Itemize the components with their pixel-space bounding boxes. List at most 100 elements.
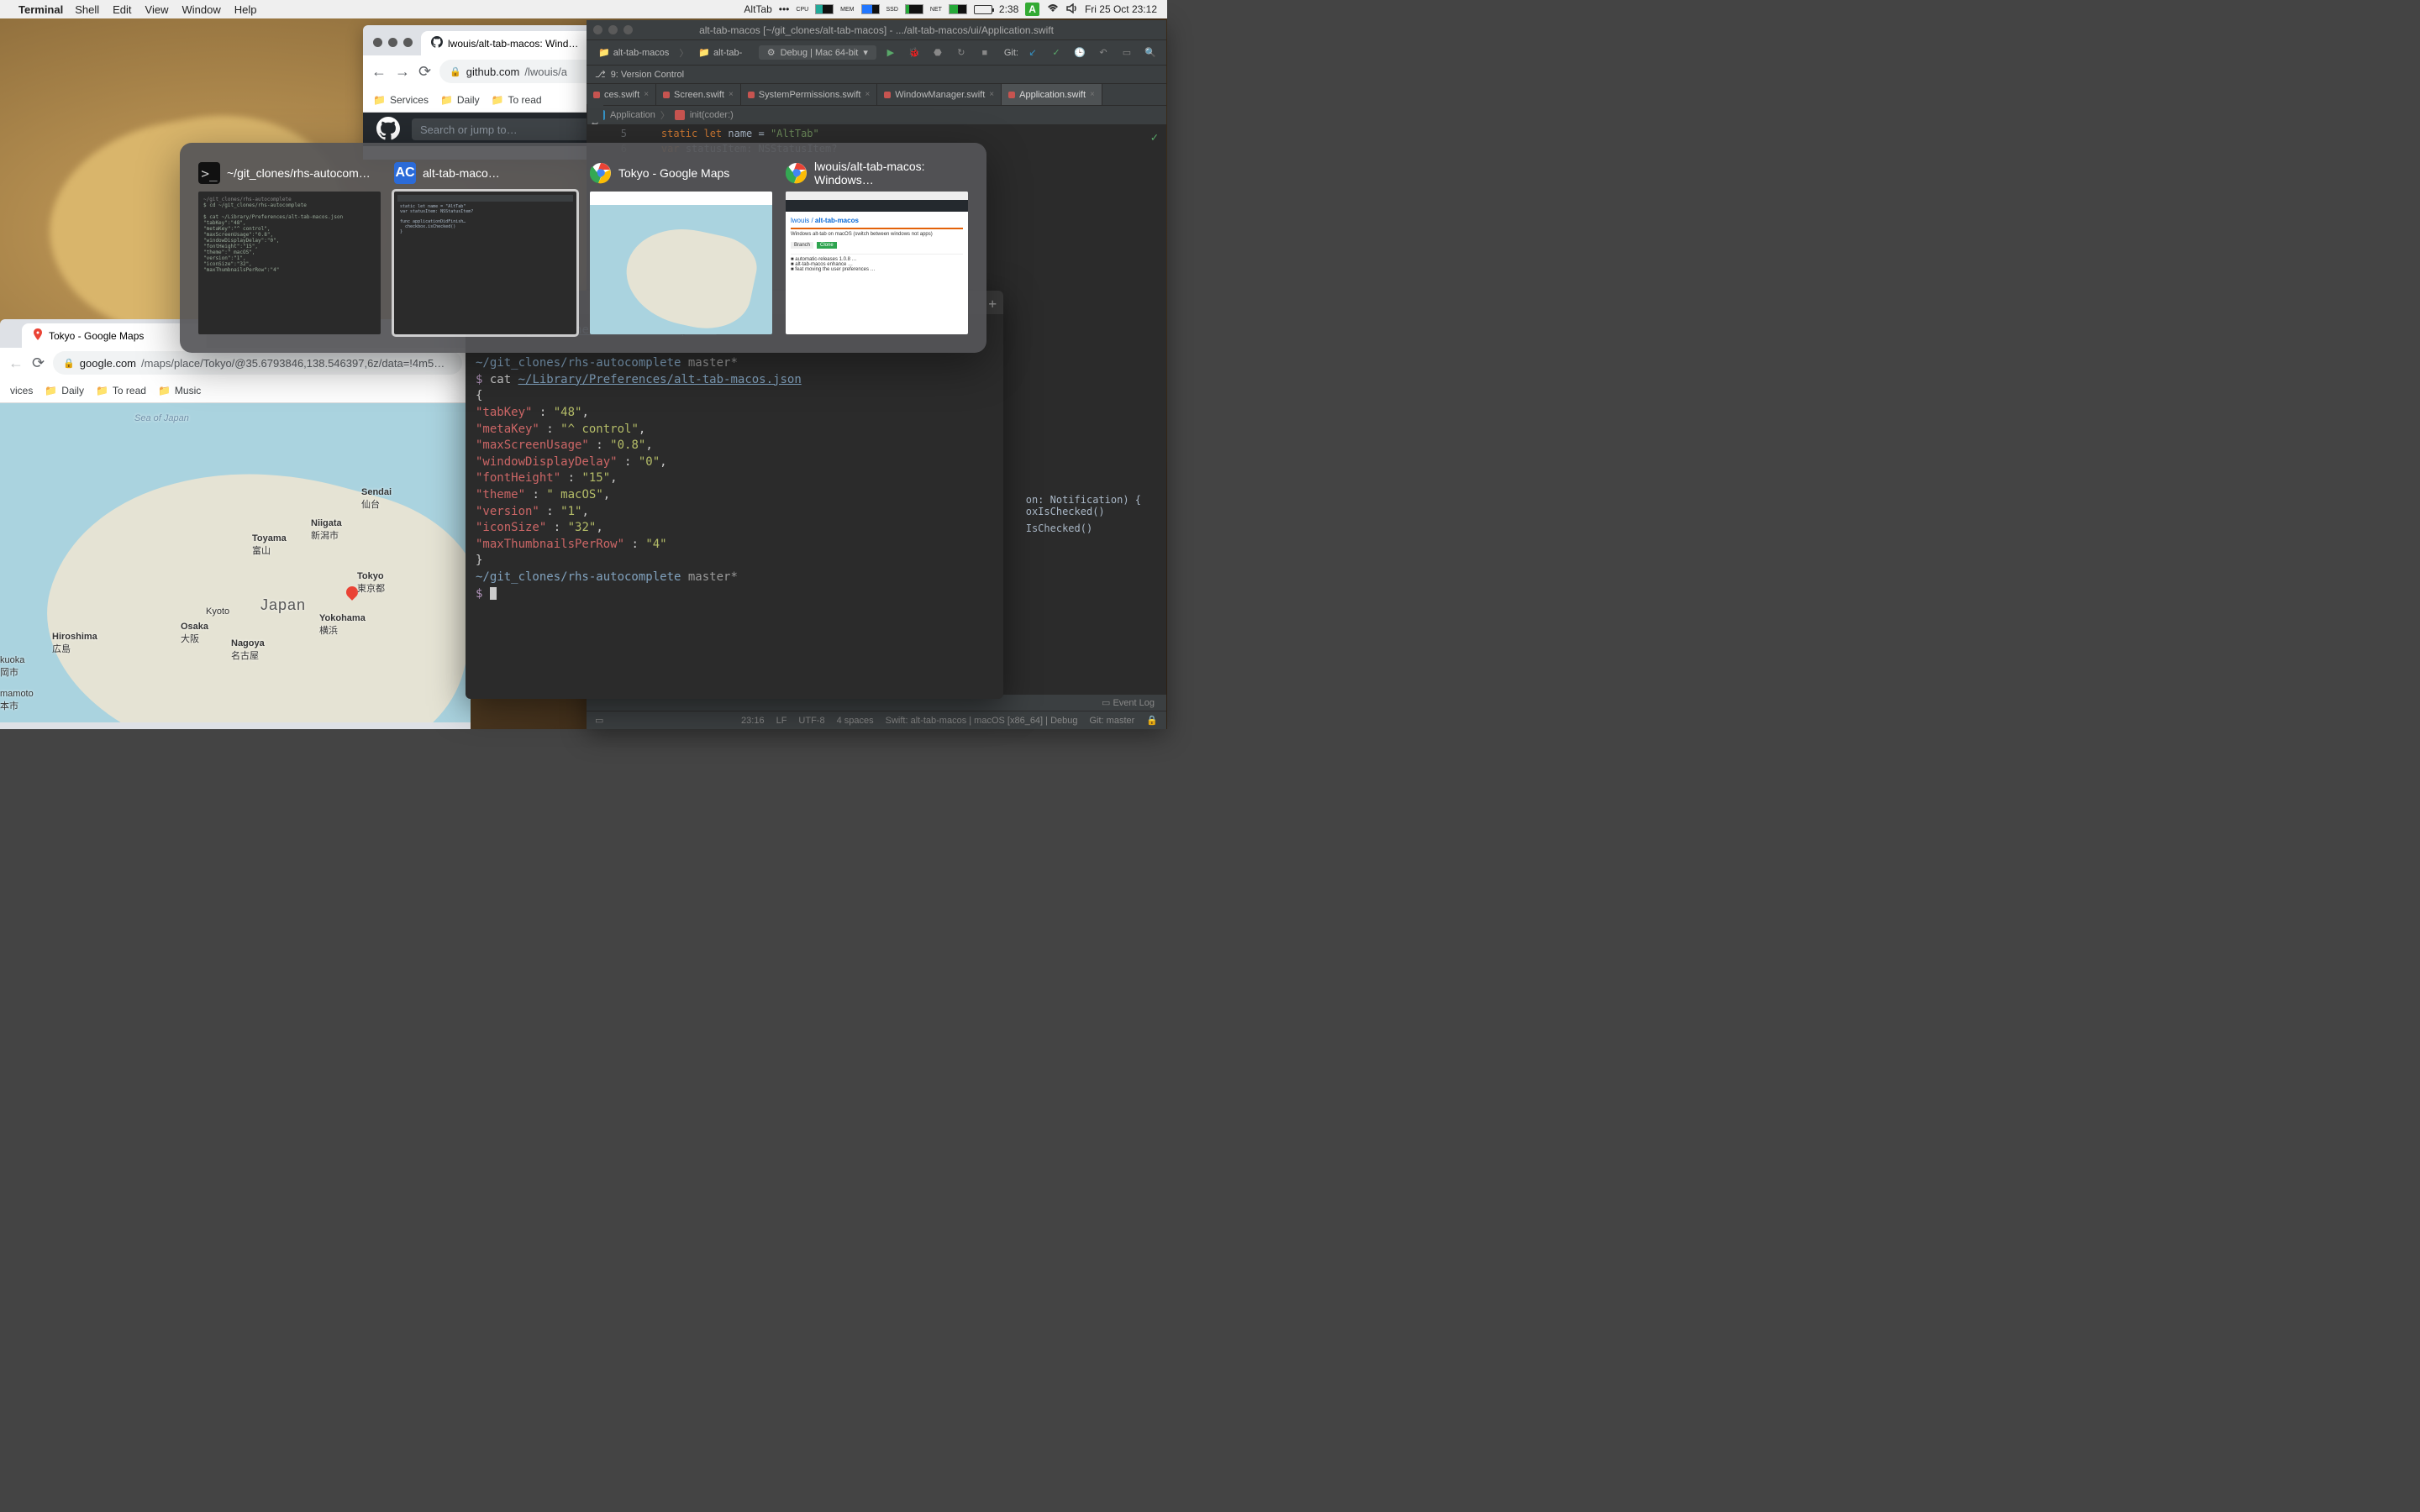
folder-icon: 📁	[698, 47, 710, 58]
hammer-icon: ⚙	[767, 47, 776, 58]
switcher-item-appcode[interactable]: AC alt-tab-maco… static let name = "AltT…	[394, 161, 576, 334]
input-source-icon[interactable]: A	[1025, 3, 1039, 16]
back-button[interactable]: ←	[371, 63, 387, 81]
close-icon[interactable]: ×	[865, 90, 870, 99]
tab-application[interactable]: Application.swift×	[1002, 84, 1102, 105]
breadcrumb-child[interactable]: 📁alt-tab-	[693, 45, 747, 60]
wifi-icon[interactable]	[1046, 3, 1060, 17]
run-context[interactable]: Swift: alt-tab-macos | macOS [x86_64] | …	[886, 716, 1078, 726]
encoding[interactable]: UTF-8	[798, 716, 824, 726]
terminal-cursor	[490, 587, 497, 600]
profile-button[interactable]: ↻	[952, 44, 971, 62]
chevron-down-icon: ▾	[863, 47, 868, 58]
run-button[interactable]: ▶	[881, 44, 900, 62]
menu-shell[interactable]: Shell	[75, 3, 99, 16]
back-button: ←	[8, 354, 24, 372]
bookmark-services[interactable]: 📁 Services	[373, 94, 429, 106]
git-revert-button[interactable]: ↶	[1094, 44, 1113, 62]
indent-setting[interactable]: 4 spaces	[837, 716, 874, 726]
clock-date[interactable]: Fri 25 Oct 23:12	[1085, 3, 1157, 15]
line-separator[interactable]: LF	[776, 716, 787, 726]
terminal-app-icon: >_	[198, 162, 220, 184]
event-log-button[interactable]: ▭ Event Log	[1102, 697, 1155, 708]
bookmark-daily[interactable]: 📁 Daily	[45, 385, 84, 396]
switcher-thumbnail: ~/git_clones/rhs-autocomplete $ cd ~/git…	[198, 192, 381, 334]
git-commit-button[interactable]: ✓	[1047, 44, 1065, 62]
tab-windowmanager[interactable]: WindowManager.swift×	[877, 84, 1002, 105]
bookmark-daily[interactable]: 📁 Daily	[440, 94, 480, 106]
volume-icon[interactable]	[1066, 3, 1078, 17]
tab-screen[interactable]: Screen.swift×	[656, 84, 741, 105]
switcher-item-terminal[interactable]: >_ ~/git_clones/rhs-autocom… ~/git_clone…	[198, 161, 381, 334]
forward-button[interactable]: →	[395, 63, 410, 81]
layout-button[interactable]: ▭	[1118, 44, 1136, 62]
clock-time[interactable]: 2:38	[999, 3, 1018, 15]
menu-window[interactable]: Window	[182, 3, 221, 16]
menu-help[interactable]: Help	[234, 3, 257, 16]
inspection-ok-icon: ✓	[1151, 131, 1158, 144]
lock-icon[interactable]: 🔒	[1146, 715, 1158, 726]
ide-window-title: alt-tab-macos [~/git_clones/alt-tab-maco…	[699, 24, 1054, 36]
ssd-monitor-icon[interactable]	[905, 4, 923, 14]
terminal-body[interactable]: $ cd ~/git_clones/rhs-autocomplete ~/git…	[466, 314, 1003, 611]
chrome-app-icon	[590, 162, 612, 184]
tab-title: lwouis/alt-tab-macos: Wind…	[448, 38, 578, 50]
tab-ces[interactable]: ces.swift×	[587, 84, 656, 105]
run-config-selector[interactable]: ⚙ Debug | Mac 64-bit ▾	[759, 45, 876, 60]
close-icon[interactable]: ×	[989, 90, 994, 99]
close-icon[interactable]: ×	[644, 90, 649, 99]
stop-button[interactable]: ■	[976, 44, 994, 62]
window-controls[interactable]	[593, 25, 633, 34]
debug-button[interactable]: 🐞	[905, 44, 923, 62]
cursor-position[interactable]: 23:16	[741, 716, 765, 726]
github-logo-icon[interactable]	[376, 117, 400, 143]
bookmark-music[interactable]: 📁 Music	[158, 385, 201, 396]
tab-syspermissions[interactable]: SystemPermissions.swift×	[741, 84, 877, 105]
bookmark-toread[interactable]: 📁 To read	[96, 385, 146, 396]
mem-monitor-icon[interactable]	[861, 4, 880, 14]
branch-icon: ⎇	[595, 69, 606, 80]
chrome-tab-maps[interactable]: Tokyo - Google Maps	[22, 323, 207, 348]
switcher-thumbnail	[590, 192, 772, 334]
toolwindow-icon[interactable]: ▭	[595, 715, 603, 726]
breadcrumb-root[interactable]: 📁alt-tab-macos	[593, 45, 674, 60]
reload-button[interactable]: ⟳	[32, 354, 45, 372]
cpu-monitor-icon[interactable]	[815, 4, 834, 14]
switcher-item-chrome-github[interactable]: lwouis/alt-tab-macos: Windows… lwouis / …	[786, 161, 968, 334]
new-tab-button[interactable]: +	[988, 296, 997, 312]
breadcrumb-class[interactable]: Application	[610, 110, 655, 120]
git-history-button[interactable]: 🕒	[1071, 44, 1089, 62]
active-app-name[interactable]: Terminal	[18, 3, 63, 16]
editor-tabs: ces.swift× Screen.swift× SystemPermissio…	[587, 84, 1166, 106]
close-icon[interactable]: ×	[729, 90, 734, 99]
dots-icon[interactable]: •••	[779, 3, 790, 15]
git-branch[interactable]: Git: master	[1090, 716, 1135, 726]
method-icon	[675, 110, 685, 120]
git-pull-button[interactable]: ↙	[1023, 44, 1042, 62]
net-monitor-icon[interactable]	[949, 4, 967, 14]
address-bar[interactable]: 🔒 google.com/maps/place/Tokyo/@35.679384…	[53, 351, 462, 375]
menu-view[interactable]: View	[145, 3, 169, 16]
alttab-menubar-item[interactable]: AltTab	[744, 3, 771, 15]
coverage-button[interactable]: ⬣	[929, 44, 947, 62]
version-control-panel[interactable]: 9: Version Control	[611, 70, 684, 80]
close-icon[interactable]: ×	[1090, 90, 1095, 99]
lock-icon: 🔒	[63, 358, 75, 369]
breadcrumb-method[interactable]: init(coder:)	[690, 110, 734, 120]
github-favicon-icon	[431, 36, 443, 50]
battery-icon[interactable]	[974, 5, 992, 14]
bookmark-toread[interactable]: 📁 To read	[492, 94, 542, 106]
switcher-thumbnail: static let name = "AltTab"var statusItem…	[394, 192, 576, 334]
switcher-item-chrome-maps[interactable]: Tokyo - Google Maps	[590, 161, 772, 334]
search-everywhere-button[interactable]: 🔍	[1141, 44, 1160, 62]
switcher-thumbnail: lwouis / alt-tab-macos Windows alt-tab o…	[786, 192, 968, 334]
alt-tab-switcher[interactable]: >_ ~/git_clones/rhs-autocom… ~/git_clone…	[180, 143, 986, 353]
bookmark-vices[interactable]: vices	[10, 385, 33, 396]
appcode-app-icon: AC	[394, 162, 416, 184]
google-map-canvas[interactable]: Sea of Japan Japan Sendai仙台 Niigata新潟市 T…	[0, 403, 471, 722]
menu-edit[interactable]: Edit	[113, 3, 131, 16]
menu-bar: Terminal Shell Edit View Window Help Alt…	[0, 0, 1167, 18]
chrome-window-maps[interactable]: Tokyo - Google Maps ← ⟳ 🔒 google.com/map…	[0, 319, 471, 729]
reload-button[interactable]: ⟳	[418, 63, 431, 81]
folder-icon: 📁	[598, 47, 610, 58]
